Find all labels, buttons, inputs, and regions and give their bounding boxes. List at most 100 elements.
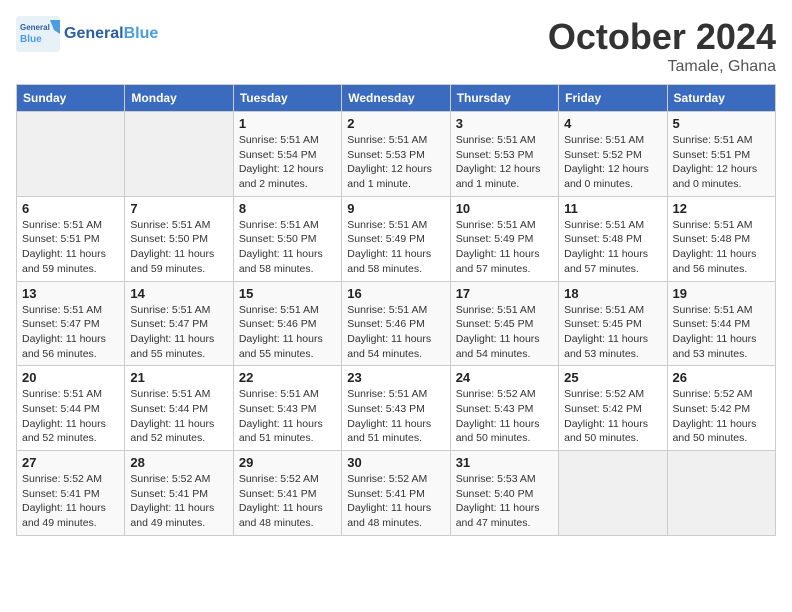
day-number: 24 [456, 370, 553, 385]
calendar-cell: 12Sunrise: 5:51 AMSunset: 5:48 PMDayligh… [667, 196, 775, 281]
logo-text: General Blue [64, 25, 158, 43]
day-number: 2 [347, 116, 444, 131]
location-subtitle: Tamale, Ghana [548, 58, 776, 76]
month-title: October 2024 [548, 16, 776, 58]
day-info: Sunrise: 5:51 AMSunset: 5:51 PMDaylight:… [673, 133, 770, 192]
calendar-cell: 9Sunrise: 5:51 AMSunset: 5:49 PMDaylight… [342, 196, 450, 281]
calendar-cell: 2Sunrise: 5:51 AMSunset: 5:53 PMDaylight… [342, 112, 450, 197]
day-info: Sunrise: 5:51 AMSunset: 5:45 PMDaylight:… [564, 303, 661, 362]
calendar-cell: 4Sunrise: 5:51 AMSunset: 5:52 PMDaylight… [559, 112, 667, 197]
day-info: Sunrise: 5:51 AMSunset: 5:47 PMDaylight:… [130, 303, 227, 362]
calendar-cell: 24 Sunrise: 5:52 AMSunset: 5:43 PMDayligh… [450, 366, 558, 451]
day-number: 20 [22, 370, 119, 385]
calendar-cell: 18Sunrise: 5:51 AMSunset: 5:45 PMDayligh… [559, 281, 667, 366]
calendar-week-row: 1Sunrise: 5:51 AMSunset: 5:54 PMDaylight… [17, 112, 776, 197]
calendar-cell: 16 Sunrise: 5:51 AMSunset: 5:46 PMDayligh… [342, 281, 450, 366]
calendar-cell: 15Sunrise: 5:51 AMSunset: 5:46 PMDayligh… [233, 281, 341, 366]
day-number: 26 [673, 370, 770, 385]
logo-blue: Blue [124, 25, 159, 43]
weekday-header-friday: Friday [559, 85, 667, 112]
day-info: Sunrise: 5:51 AMSunset: 5:53 PMDaylight:… [456, 133, 553, 192]
weekday-header-wednesday: Wednesday [342, 85, 450, 112]
day-number: 27 [22, 455, 119, 470]
day-info: Sunrise: 5:52 AMSunset: 5:43 PMDaylight:… [456, 387, 553, 446]
calendar-cell: 28Sunrise: 5:52 AMSunset: 5:41 PMDayligh… [125, 451, 233, 536]
svg-text:Blue: Blue [20, 34, 42, 45]
day-number: 19 [673, 286, 770, 301]
day-info: Sunrise: 5:51 AMSunset: 5:50 PMDaylight:… [239, 218, 336, 277]
calendar-cell: 1Sunrise: 5:51 AMSunset: 5:54 PMDaylight… [233, 112, 341, 197]
day-info: Sunrise: 5:52 AMSunset: 5:42 PMDaylight:… [673, 387, 770, 446]
day-info: Sunrise: 5:51 AMSunset: 5:49 PMDaylight:… [456, 218, 553, 277]
day-number: 25 [564, 370, 661, 385]
day-info: Sunrise: 5:51 AMSunset: 5:54 PMDaylight:… [239, 133, 336, 192]
day-number: 8 [239, 201, 336, 216]
logo: General Blue General Blue [16, 16, 158, 52]
calendar-cell: 3 Sunrise: 5:51 AMSunset: 5:53 PMDaylight… [450, 112, 558, 197]
day-number: 12 [673, 201, 770, 216]
day-info: Sunrise: 5:52 AMSunset: 5:41 PMDaylight:… [239, 472, 336, 531]
day-info: Sunrise: 5:52 AMSunset: 5:42 PMDaylight:… [564, 387, 661, 446]
day-info: Sunrise: 5:51 AMSunset: 5:43 PMDaylight:… [347, 387, 444, 446]
weekday-header-sunday: Sunday [17, 85, 125, 112]
day-number: 16 [347, 286, 444, 301]
logo-general: General [64, 25, 124, 43]
day-info: Sunrise: 5:53 AMSunset: 5:40 PMDaylight:… [456, 472, 553, 531]
day-info: Sunrise: 5:51 AMSunset: 5:43 PMDaylight:… [239, 387, 336, 446]
day-number: 9 [347, 201, 444, 216]
svg-text:General: General [20, 23, 50, 32]
day-info: Sunrise: 5:51 AMSunset: 5:51 PMDaylight:… [22, 218, 119, 277]
calendar-cell: 14 Sunrise: 5:51 AMSunset: 5:47 PMDayligh… [125, 281, 233, 366]
day-number: 23 [347, 370, 444, 385]
day-number: 11 [564, 201, 661, 216]
calendar-cell: 5Sunrise: 5:51 AMSunset: 5:51 PMDaylight… [667, 112, 775, 197]
day-info: Sunrise: 5:51 AMSunset: 5:47 PMDaylight:… [22, 303, 119, 362]
day-info: Sunrise: 5:51 AMSunset: 5:45 PMDaylight:… [456, 303, 553, 362]
day-number: 14 [130, 286, 227, 301]
calendar-cell: 21 Sunrise: 5:51 AMSunset: 5:44 PMDayligh… [125, 366, 233, 451]
calendar-cell: 11 Sunrise: 5:51 AMSunset: 5:48 PMDayligh… [559, 196, 667, 281]
calendar-cell [125, 112, 233, 197]
calendar-header: SundayMondayTuesdayWednesdayThursdayFrid… [17, 85, 776, 112]
day-number: 7 [130, 201, 227, 216]
day-number: 22 [239, 370, 336, 385]
day-number: 3 [456, 116, 553, 131]
day-number: 17 [456, 286, 553, 301]
calendar-week-row: 6 Sunrise: 5:51 AMSunset: 5:51 PMDaylight… [17, 196, 776, 281]
day-info: Sunrise: 5:51 AMSunset: 5:50 PMDaylight:… [130, 218, 227, 277]
calendar-cell: 30Sunrise: 5:52 AMSunset: 5:41 PMDayligh… [342, 451, 450, 536]
day-info: Sunrise: 5:51 AMSunset: 5:44 PMDaylight:… [673, 303, 770, 362]
calendar-cell: 25 Sunrise: 5:52 AMSunset: 5:42 PMDayligh… [559, 366, 667, 451]
day-info: Sunrise: 5:51 AMSunset: 5:46 PMDaylight:… [239, 303, 336, 362]
day-number: 28 [130, 455, 227, 470]
day-info: Sunrise: 5:51 AMSunset: 5:52 PMDaylight:… [564, 133, 661, 192]
weekday-header-row: SundayMondayTuesdayWednesdayThursdayFrid… [17, 85, 776, 112]
day-info: Sunrise: 5:52 AMSunset: 5:41 PMDaylight:… [347, 472, 444, 531]
title-block: October 2024 Tamale, Ghana [548, 16, 776, 76]
calendar-cell [559, 451, 667, 536]
day-info: Sunrise: 5:51 AMSunset: 5:46 PMDaylight:… [347, 303, 444, 362]
calendar-cell: 26 Sunrise: 5:52 AMSunset: 5:42 PMDayligh… [667, 366, 775, 451]
calendar-week-row: 27 Sunrise: 5:52 AMSunset: 5:41 PMDayligh… [17, 451, 776, 536]
day-number: 13 [22, 286, 119, 301]
calendar-body: 1Sunrise: 5:51 AMSunset: 5:54 PMDaylight… [17, 112, 776, 536]
logo-icon: General Blue [16, 16, 60, 52]
day-number: 21 [130, 370, 227, 385]
calendar-cell [17, 112, 125, 197]
weekday-header-saturday: Saturday [667, 85, 775, 112]
day-number: 6 [22, 201, 119, 216]
day-info: Sunrise: 5:51 AMSunset: 5:44 PMDaylight:… [130, 387, 227, 446]
calendar-cell: 29Sunrise: 5:52 AMSunset: 5:41 PMDayligh… [233, 451, 341, 536]
day-number: 10 [456, 201, 553, 216]
calendar-cell: 6 Sunrise: 5:51 AMSunset: 5:51 PMDaylight… [17, 196, 125, 281]
calendar-cell: 31Sunrise: 5:53 AMSunset: 5:40 PMDayligh… [450, 451, 558, 536]
calendar-cell: 8 Sunrise: 5:51 AMSunset: 5:50 PMDaylight… [233, 196, 341, 281]
calendar-cell: 19 Sunrise: 5:51 AMSunset: 5:44 PMDayligh… [667, 281, 775, 366]
calendar-table: SundayMondayTuesdayWednesdayThursdayFrid… [16, 84, 776, 536]
calendar-cell: 10 Sunrise: 5:51 AMSunset: 5:49 PMDayligh… [450, 196, 558, 281]
weekday-header-thursday: Thursday [450, 85, 558, 112]
calendar-week-row: 20 Sunrise: 5:51 AMSunset: 5:44 PMDayligh… [17, 366, 776, 451]
day-info: Sunrise: 5:51 AMSunset: 5:48 PMDaylight:… [564, 218, 661, 277]
calendar-cell [667, 451, 775, 536]
calendar-cell: 23 Sunrise: 5:51 AMSunset: 5:43 PMDayligh… [342, 366, 450, 451]
